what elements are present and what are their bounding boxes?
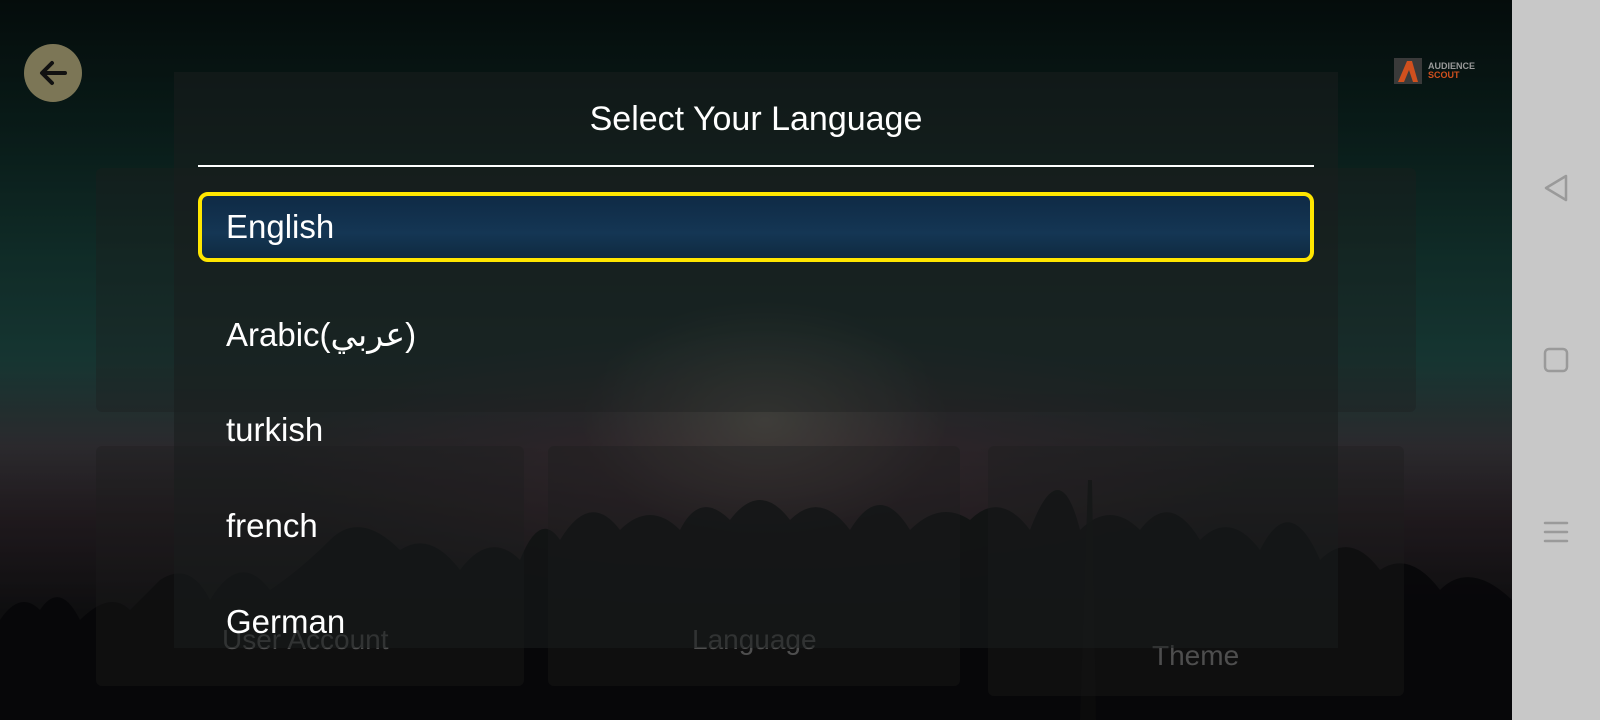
- language-dialog: Select Your Language English Arabic(عربي…: [174, 72, 1338, 648]
- app-logo: AUDIENCE SCOUT: [1394, 58, 1475, 84]
- title-divider: [198, 165, 1314, 167]
- language-option-german[interactable]: German: [198, 576, 1314, 648]
- logo-text-line2: SCOUT: [1428, 70, 1460, 80]
- nav-home-button[interactable]: [1536, 340, 1576, 380]
- system-nav-bar: [1512, 0, 1600, 720]
- language-label: Arabic(عربي): [226, 315, 417, 353]
- triangle-back-icon: [1544, 174, 1568, 202]
- nav-back-button[interactable]: [1536, 168, 1576, 208]
- language-label: turkish: [226, 411, 324, 448]
- language-option-french[interactable]: french: [198, 480, 1314, 572]
- language-option-turkish[interactable]: turkish: [198, 384, 1314, 476]
- language-label: french: [226, 507, 318, 544]
- square-home-icon: [1543, 347, 1569, 373]
- menu-lines-icon: [1543, 521, 1569, 543]
- back-button[interactable]: [24, 44, 82, 102]
- dialog-title: Select Your Language: [589, 100, 923, 138]
- language-label: English: [226, 208, 335, 245]
- arrow-left-icon: [40, 61, 67, 85]
- nav-menu-button[interactable]: [1536, 512, 1576, 552]
- language-option-english[interactable]: English: [198, 192, 1314, 262]
- language-label: German: [226, 603, 346, 640]
- language-list: English Arabic(عربي) turkish french Germ…: [198, 192, 1314, 648]
- logo-mark: [1394, 58, 1422, 84]
- language-option-arabic[interactable]: Arabic(عربي): [198, 288, 1314, 380]
